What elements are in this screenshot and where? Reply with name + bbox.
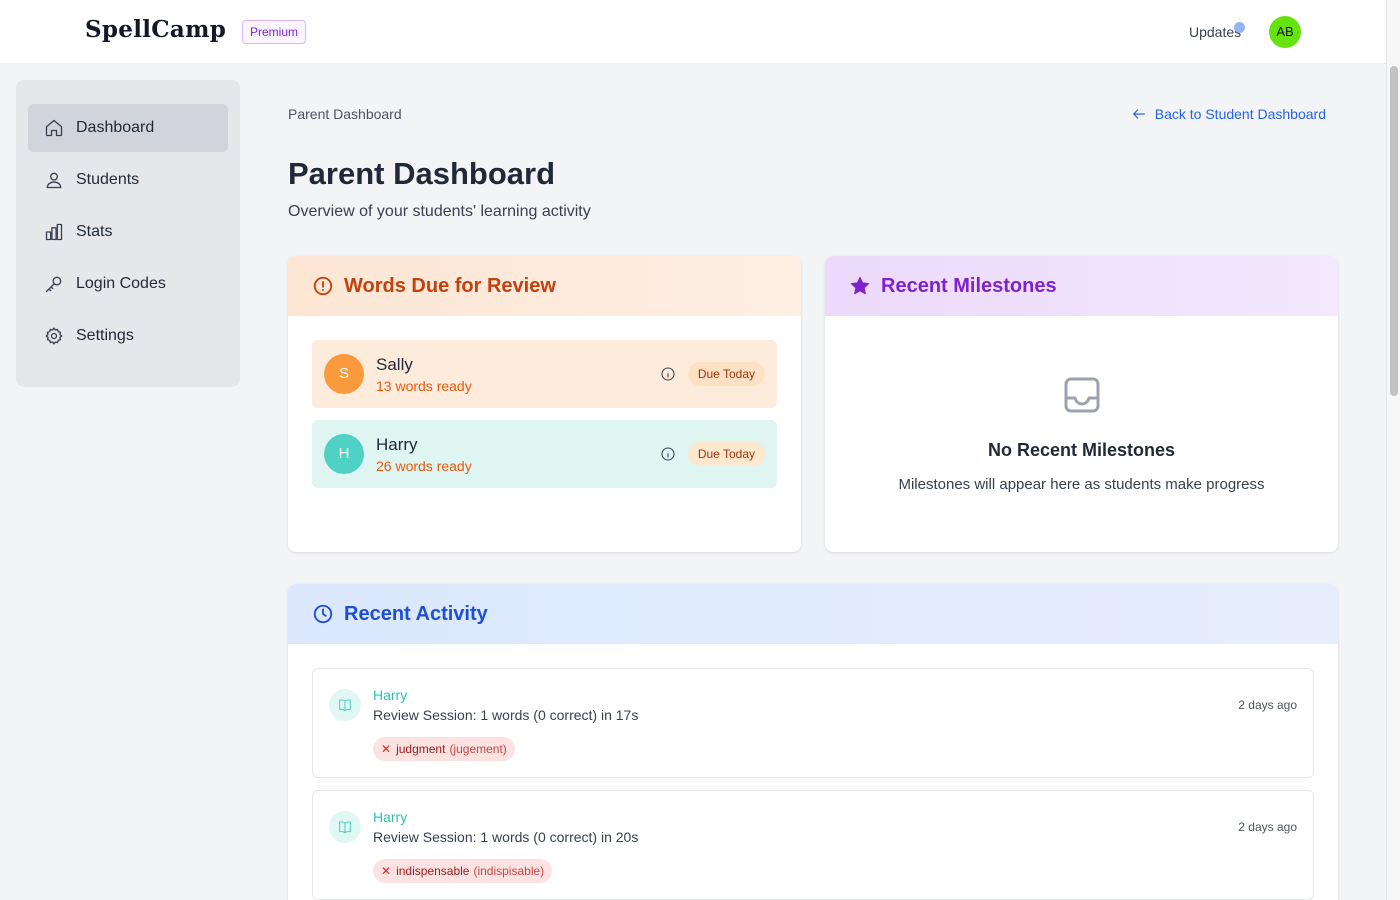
due-status-badge: Due Today <box>687 442 765 466</box>
attempted-spelling: (jugement) <box>449 742 507 756</box>
back-link-label: Back to Student Dashboard <box>1154 106 1326 122</box>
activity-timestamp: 2 days ago <box>1238 698 1297 712</box>
words-ready-count: 26 words ready <box>376 457 472 474</box>
sidebar-item-stats[interactable]: Stats <box>28 208 228 256</box>
premium-badge: Premium <box>242 20 307 44</box>
activity-student-name[interactable]: Harry <box>373 809 407 825</box>
x-icon: ✕ <box>381 864 392 878</box>
milestones-header: Recent Milestones <box>825 256 1338 316</box>
app-logo[interactable]: SpellCamp <box>85 16 226 43</box>
empty-state-title: No Recent Milestones <box>987 440 1176 460</box>
clock-icon <box>313 604 333 624</box>
activity-item[interactable]: Harry Review Session: 1 words (0 correct… <box>312 790 1314 900</box>
words-due-title: Words Due for Review <box>344 274 556 297</box>
page-scrollbar[interactable] <box>1386 0 1400 900</box>
page-subtitle: Overview of your students' learning acti… <box>288 203 591 220</box>
sidebar-item-settings[interactable]: Settings <box>28 312 228 360</box>
activity-item[interactable]: Harry Review Session: 1 words (0 correct… <box>312 668 1314 778</box>
empty-state-message: Milestones will appear here as students … <box>898 476 1265 493</box>
book-icon <box>329 811 361 843</box>
attempted-spelling: (indispisable) <box>473 864 545 878</box>
words-due-card: Words Due for Review S Sally 13 words re… <box>288 256 801 552</box>
sidebar: Dashboard Students Stats Login Codes Set… <box>16 80 240 387</box>
misspelled-word-chip: ✕ judgment (jugement) <box>373 737 515 761</box>
correct-word: indispensable <box>396 864 470 878</box>
activity-student-name[interactable]: Harry <box>373 687 407 703</box>
activity-header: Recent Activity <box>288 584 1338 644</box>
home-icon <box>45 119 63 137</box>
activity-timestamp: 2 days ago <box>1238 820 1297 834</box>
student-review-row[interactable]: S Sally 13 words ready Due Today <box>312 340 777 408</box>
sidebar-item-dashboard[interactable]: Dashboard <box>28 104 228 152</box>
updates-notification-dot <box>1234 22 1245 33</box>
recent-activity-card: Recent Activity Harry Review Session: 1 … <box>288 584 1338 900</box>
student-name: Sally <box>376 354 413 374</box>
x-icon: ✕ <box>381 742 392 756</box>
sidebar-item-label: Students <box>76 171 140 188</box>
sidebar-item-label: Stats <box>76 223 113 240</box>
student-avatar: S <box>324 354 364 394</box>
activity-description: Review Session: 1 words (0 correct) in 1… <box>373 707 639 723</box>
sidebar-item-students[interactable]: Students <box>28 156 228 204</box>
student-review-row[interactable]: H Harry 26 words ready Due Today <box>312 420 777 488</box>
arrow-left-icon <box>1132 109 1145 119</box>
users-icon <box>46 172 62 189</box>
sidebar-item-label: Login Codes <box>76 275 166 292</box>
gear-icon <box>45 327 63 345</box>
sidebar-item-label: Dashboard <box>76 119 155 136</box>
activity-title: Recent Activity <box>344 602 488 625</box>
due-status-badge: Due Today <box>687 362 765 386</box>
book-icon <box>329 689 361 721</box>
info-icon[interactable] <box>660 366 676 382</box>
sidebar-item-login-codes[interactable]: Login Codes <box>28 260 228 308</box>
recent-milestones-card: Recent Milestones No Recent Milestones M… <box>825 256 1338 552</box>
user-avatar[interactable]: AB <box>1269 16 1301 48</box>
info-icon[interactable] <box>660 446 676 462</box>
key-icon <box>45 276 62 293</box>
alert-circle-icon <box>313 276 333 296</box>
activity-description: Review Session: 1 words (0 correct) in 2… <box>373 829 639 845</box>
milestones-title: Recent Milestones <box>881 274 1057 297</box>
back-to-student-dashboard-link[interactable]: Back to Student Dashboard <box>1131 106 1326 122</box>
top-header: SpellCamp Premium Updates AB <box>0 0 1386 64</box>
star-icon <box>850 276 870 295</box>
bar-chart-icon <box>45 223 63 241</box>
scrollbar-thumb[interactable] <box>1390 66 1398 396</box>
breadcrumb: Parent Dashboard <box>288 106 402 122</box>
sidebar-item-label: Settings <box>76 327 134 344</box>
words-due-header: Words Due for Review <box>288 256 801 316</box>
words-ready-count: 13 words ready <box>376 377 472 394</box>
correct-word: judgment <box>396 742 446 756</box>
student-name: Harry <box>376 434 418 454</box>
page-title: Parent Dashboard <box>288 156 556 191</box>
inbox-icon <box>1064 377 1100 413</box>
misspelled-word-chip: ✕ indispensable (indispisable) <box>373 859 553 883</box>
student-avatar: H <box>324 434 364 474</box>
